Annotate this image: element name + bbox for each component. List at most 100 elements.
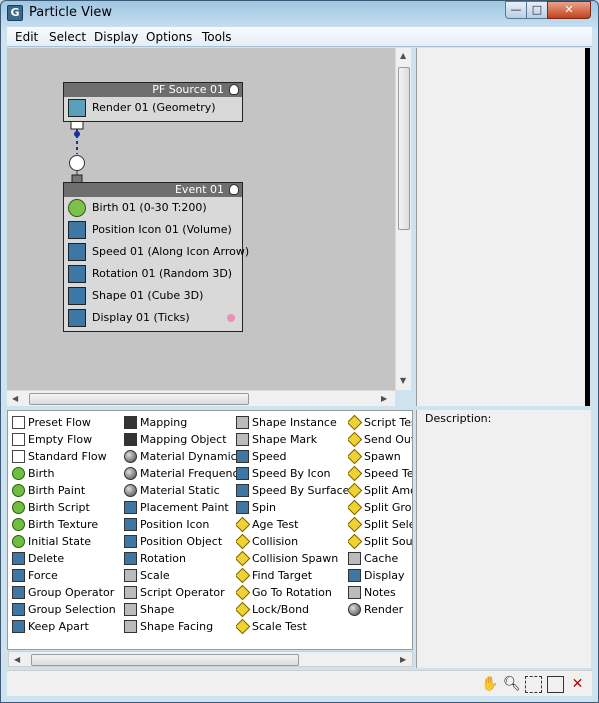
depot-item[interactable]: Go To Rotation	[236, 584, 348, 601]
menu-select[interactable]: Select	[49, 30, 86, 44]
parameters-scrollbar[interactable]	[585, 48, 590, 406]
depot-item[interactable]: Speed	[236, 448, 348, 465]
depot-item[interactable]: Preset Flow	[12, 414, 122, 431]
depot-item[interactable]: Spin	[236, 499, 348, 516]
title-bar[interactable]: G Particle View — □ ✕	[0, 0, 597, 26]
operator-row[interactable]: Render 01 (Geometry)	[64, 97, 242, 119]
depot-item[interactable]: Split Grou	[348, 499, 412, 516]
depot-item-label: Mapping Object	[140, 433, 227, 446]
depot-item[interactable]: Send Out	[348, 431, 412, 448]
depot-item-label: Send Out	[364, 433, 412, 446]
zoom-extents-icon[interactable]	[547, 676, 564, 693]
depot-item[interactable]: Initial State	[12, 533, 122, 550]
scroll-left-arrow-icon[interactable]: ◀	[12, 394, 18, 403]
node-title: Event 01	[64, 183, 242, 197]
maximize-button[interactable]: □	[526, 1, 548, 19]
zoom-icon[interactable]: 🔍︎	[503, 676, 521, 693]
depot-item[interactable]: Birth Script	[12, 499, 122, 516]
depot-item[interactable]: Age Test	[236, 516, 348, 533]
spin-icon	[236, 501, 249, 514]
operator-row[interactable]: Shape 01 (Cube 3D)	[64, 285, 242, 307]
depot-item[interactable]: Material Frequency	[124, 465, 236, 482]
zoom-region-icon[interactable]	[525, 676, 542, 693]
operator-row[interactable]: Display 01 (Ticks)	[64, 307, 242, 329]
menu-edit[interactable]: Edit	[15, 30, 38, 44]
menu-display[interactable]: Display	[94, 30, 138, 44]
depot-item[interactable]: Script Tes	[348, 414, 412, 431]
depot-item[interactable]: Collision	[236, 533, 348, 550]
depot-item[interactable]: Notes	[348, 584, 412, 601]
depot-item[interactable]: Material Dynamic	[124, 448, 236, 465]
mapping-object-icon	[124, 433, 137, 446]
depot-item[interactable]: Speed By Surface	[236, 482, 348, 499]
depot-item-label: Birth Script	[28, 501, 90, 514]
operator-row[interactable]: Rotation 01 (Random 3D)	[64, 263, 242, 285]
scroll-left-arrow-icon[interactable]: ◀	[14, 655, 20, 664]
shape-icon	[124, 603, 137, 616]
scroll-thumb[interactable]	[29, 393, 249, 405]
depot-item[interactable]: Shape Mark	[236, 431, 348, 448]
scroll-thumb[interactable]	[31, 654, 299, 666]
scroll-down-arrow-icon[interactable]: ▼	[400, 376, 406, 385]
operator-row[interactable]: Speed 01 (Along Icon Arrow)	[64, 241, 249, 263]
depot-item[interactable]: Empty Flow	[12, 431, 122, 448]
no-zoom-icon[interactable]: ✕	[569, 676, 586, 693]
depot-item[interactable]: Birth Paint	[12, 482, 122, 499]
scroll-thumb[interactable]	[398, 67, 410, 230]
depot-item[interactable]: Group Selection	[12, 601, 122, 618]
depot-item[interactable]: Render	[348, 601, 412, 618]
depot-item[interactable]: Force	[12, 567, 122, 584]
depot-item[interactable]: Speed By Icon	[236, 465, 348, 482]
depot-item[interactable]: Delete	[12, 550, 122, 567]
depot-item[interactable]: Birth	[12, 465, 122, 482]
depot-item[interactable]: Rotation	[124, 550, 236, 567]
light-bulb-icon[interactable]	[229, 84, 239, 95]
depot-item[interactable]: Lock/Bond	[236, 601, 348, 618]
position-object-icon	[124, 535, 137, 548]
pf-source-node[interactable]: PF Source 01 Render 01 (Geometry)	[63, 82, 243, 122]
depot-item[interactable]: Speed Tes	[348, 465, 412, 482]
operator-row[interactable]: Birth 01 (0-30 T:200)	[64, 197, 242, 219]
depot-item[interactable]: Material Static	[124, 482, 236, 499]
particle-graph[interactable]: PF Source 01 Render 01 (Geometry) Event …	[7, 48, 395, 390]
depot-item[interactable]: Shape Facing	[124, 618, 236, 635]
light-bulb-icon[interactable]	[229, 184, 239, 195]
depot-item[interactable]: Scale	[124, 567, 236, 584]
depot-item[interactable]: Standard Flow	[12, 448, 122, 465]
scroll-right-arrow-icon[interactable]: ▶	[400, 655, 406, 664]
depot-item[interactable]: Script Operator	[124, 584, 236, 601]
depot-horizontal-scrollbar[interactable]: ◀ ▶	[8, 651, 413, 667]
depot-item[interactable]: Cache	[348, 550, 412, 567]
depot-item[interactable]: Placement Paint	[124, 499, 236, 516]
menu-tools[interactable]: Tools	[202, 30, 232, 44]
depot-item[interactable]: Spawn	[348, 448, 412, 465]
menu-options[interactable]: Options	[146, 30, 192, 44]
scroll-right-arrow-icon[interactable]: ▶	[381, 394, 387, 403]
depot-item[interactable]: Mapping Object	[124, 431, 236, 448]
close-button[interactable]: ✕	[547, 1, 591, 19]
minimize-button[interactable]: —	[505, 1, 527, 19]
depot-item[interactable]: Birth Texture	[12, 516, 122, 533]
depot-item-label: Speed By Icon	[252, 467, 331, 480]
event-node[interactable]: Event 01 Birth 01 (0-30 T:200) Position …	[63, 182, 249, 332]
depot-item[interactable]: Collision Spawn	[236, 550, 348, 567]
depot-item[interactable]: Display	[348, 567, 412, 584]
scroll-up-arrow-icon[interactable]: ▲	[400, 51, 406, 60]
depot-item[interactable]: Find Target	[236, 567, 348, 584]
depot-item[interactable]: Position Object	[124, 533, 236, 550]
depot-item[interactable]: Split Amou	[348, 482, 412, 499]
depot-item[interactable]: Group Operator	[12, 584, 122, 601]
depot-item[interactable]: Shape	[124, 601, 236, 618]
depot-item[interactable]: Scale Test	[236, 618, 348, 635]
graph-horizontal-scrollbar[interactable]: ◀ ▶	[7, 390, 395, 406]
depot-item[interactable]: Split Sourc	[348, 533, 412, 550]
depot-item[interactable]: Keep Apart	[12, 618, 122, 635]
depot-item[interactable]: Split Selec	[348, 516, 412, 533]
depot-item[interactable]: Shape Instance	[236, 414, 348, 431]
operator-row[interactable]: Position Icon 01 (Volume)	[64, 219, 242, 241]
graph-vertical-scrollbar[interactable]: ▲ ▼	[395, 48, 411, 390]
rotation-icon	[124, 552, 137, 565]
pan-icon[interactable]: ✋	[481, 676, 498, 693]
depot-item[interactable]: Mapping	[124, 414, 236, 431]
depot-item[interactable]: Position Icon	[124, 516, 236, 533]
